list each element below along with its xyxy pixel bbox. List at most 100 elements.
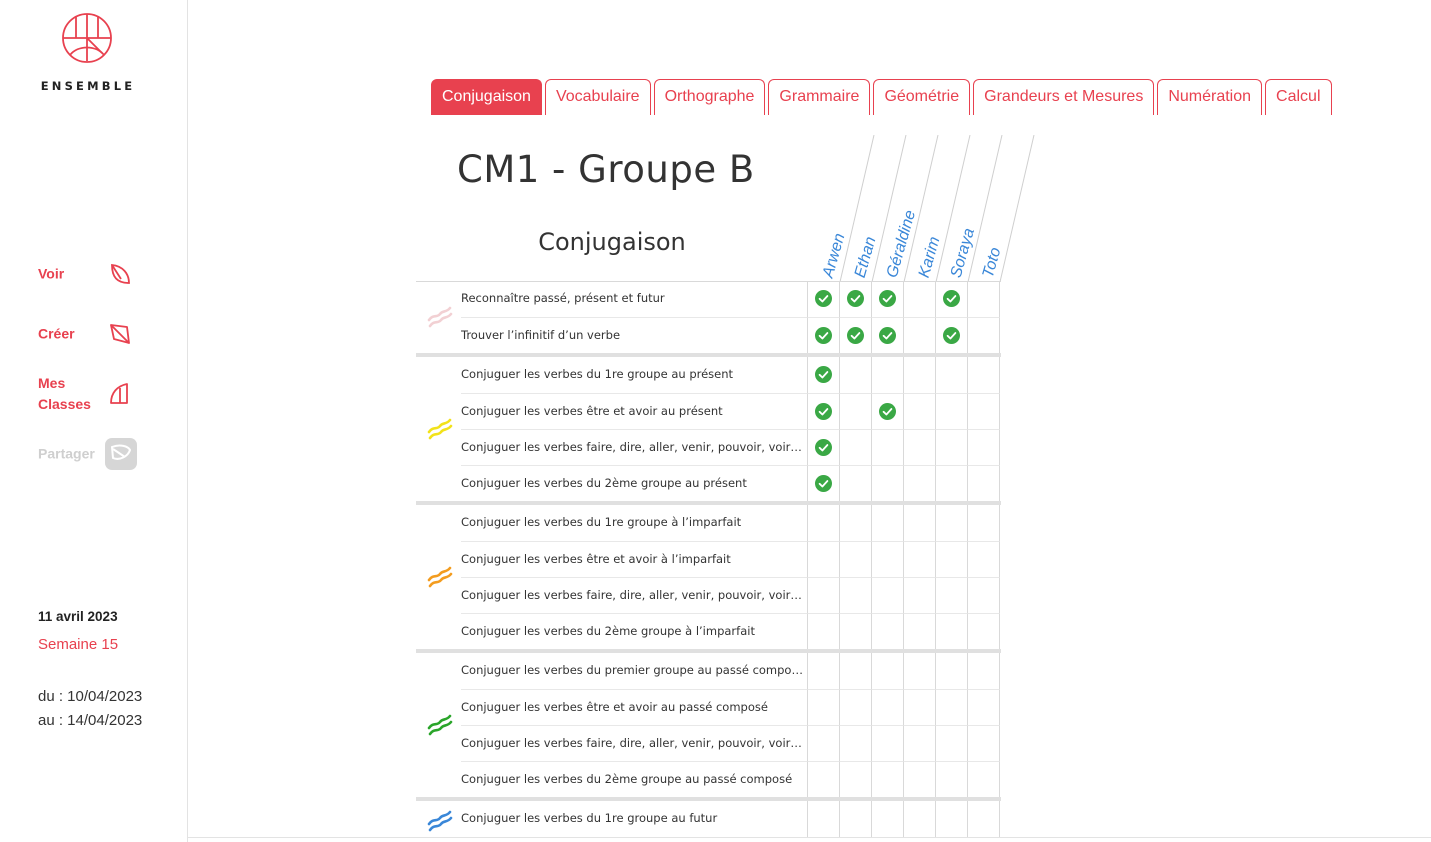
skill-label[interactable]: Conjuguer les verbes faire, dire, aller,… [461, 725, 808, 761]
mastery-cell[interactable] [904, 281, 936, 317]
mastery-cell[interactable] [936, 541, 968, 577]
mastery-cell[interactable] [808, 689, 840, 725]
ensemble-logo-icon[interactable] [60, 11, 114, 65]
mastery-cell[interactable] [872, 317, 904, 353]
skill-label[interactable]: Conjuguer les verbes faire, dire, aller,… [461, 577, 808, 613]
mastery-cell[interactable] [872, 541, 904, 577]
mastery-cell[interactable] [904, 725, 936, 761]
mastery-cell[interactable] [840, 317, 872, 353]
mastery-cell[interactable] [808, 577, 840, 613]
mastery-cell[interactable] [904, 689, 936, 725]
mastery-cell[interactable] [840, 541, 872, 577]
mastery-cell[interactable] [840, 393, 872, 429]
mastery-cell[interactable] [840, 725, 872, 761]
nav-item-classes[interactable]: Mes Classes [38, 374, 148, 414]
skill-label[interactable]: Conjuguer les verbes du 1re groupe à l’i… [461, 505, 808, 541]
mastery-cell[interactable] [808, 317, 840, 353]
mastery-cell[interactable] [936, 689, 968, 725]
skill-label[interactable]: Conjuguer les verbes du 2ème groupe au p… [461, 465, 808, 501]
mastery-cell[interactable] [840, 653, 872, 689]
mastery-cell[interactable] [840, 357, 872, 393]
mastery-cell[interactable] [968, 429, 1000, 465]
mastery-cell[interactable] [936, 357, 968, 393]
mastery-cell[interactable] [936, 465, 968, 501]
skill-label[interactable]: Conjuguer les verbes être et avoir au pa… [461, 689, 808, 725]
mastery-cell[interactable] [904, 541, 936, 577]
mastery-cell[interactable] [968, 653, 1000, 689]
mastery-cell[interactable] [968, 761, 1000, 797]
mastery-cell[interactable] [872, 653, 904, 689]
mastery-cell[interactable] [872, 505, 904, 541]
mastery-cell[interactable] [872, 761, 904, 797]
skill-label[interactable]: Conjuguer les verbes être et avoir à l’i… [461, 541, 808, 577]
mastery-cell[interactable] [808, 393, 840, 429]
tab-orthographe[interactable]: Orthographe [653, 79, 766, 115]
mastery-cell[interactable] [872, 725, 904, 761]
mastery-cell[interactable] [936, 801, 968, 837]
mastery-cell[interactable] [808, 429, 840, 465]
tab-grandeurs-et-mesures[interactable]: Grandeurs et Mesures [973, 79, 1155, 115]
mastery-cell[interactable] [808, 465, 840, 501]
mastery-cell[interactable] [808, 505, 840, 541]
mastery-cell[interactable] [904, 613, 936, 649]
mastery-cell[interactable] [936, 505, 968, 541]
mastery-cell[interactable] [840, 613, 872, 649]
mastery-cell[interactable] [968, 577, 1000, 613]
skill-label[interactable]: Conjuguer les verbes du 1re groupe au fu… [461, 801, 808, 837]
nav-item-voir[interactable]: Voir [38, 254, 148, 294]
mastery-cell[interactable] [968, 281, 1000, 317]
mastery-cell[interactable] [840, 465, 872, 501]
mastery-cell[interactable] [840, 761, 872, 797]
skill-label[interactable]: Conjuguer les verbes faire, dire, aller,… [461, 429, 808, 465]
mastery-cell[interactable] [936, 761, 968, 797]
mastery-cell[interactable] [936, 653, 968, 689]
mastery-cell[interactable] [808, 801, 840, 837]
mastery-cell[interactable] [872, 801, 904, 837]
mastery-cell[interactable] [904, 393, 936, 429]
mastery-cell[interactable] [936, 725, 968, 761]
mastery-cell[interactable] [840, 577, 872, 613]
mastery-cell[interactable] [936, 393, 968, 429]
mastery-cell[interactable] [840, 281, 872, 317]
mastery-cell[interactable] [872, 281, 904, 317]
skill-label[interactable]: Trouver l’infinitif d’un verbe [461, 317, 808, 353]
skill-label[interactable]: Reconnaître passé, présent et futur [461, 281, 808, 317]
mastery-cell[interactable] [968, 393, 1000, 429]
nav-item-creer[interactable]: Créer [38, 314, 148, 354]
mastery-cell[interactable] [968, 725, 1000, 761]
mastery-cell[interactable] [808, 281, 840, 317]
skill-label[interactable]: Conjuguer les verbes du premier groupe a… [461, 653, 808, 689]
mastery-cell[interactable] [840, 689, 872, 725]
mastery-cell[interactable] [968, 689, 1000, 725]
tab-numeration[interactable]: Numération [1157, 79, 1263, 115]
mastery-cell[interactable] [936, 613, 968, 649]
mastery-cell[interactable] [936, 577, 968, 613]
mastery-cell[interactable] [808, 761, 840, 797]
mastery-cell[interactable] [968, 613, 1000, 649]
tab-calcul[interactable]: Calcul [1265, 79, 1332, 115]
mastery-cell[interactable] [840, 429, 872, 465]
mastery-cell[interactable] [968, 357, 1000, 393]
mastery-cell[interactable] [904, 465, 936, 501]
mastery-cell[interactable] [808, 613, 840, 649]
mastery-cell[interactable] [840, 801, 872, 837]
mastery-cell[interactable] [904, 357, 936, 393]
mastery-cell[interactable] [872, 429, 904, 465]
mastery-cell[interactable] [808, 725, 840, 761]
mastery-cell[interactable] [872, 577, 904, 613]
mastery-cell[interactable] [904, 317, 936, 353]
mastery-cell[interactable] [904, 761, 936, 797]
mastery-cell[interactable] [968, 505, 1000, 541]
mastery-cell[interactable] [968, 317, 1000, 353]
mastery-cell[interactable] [904, 577, 936, 613]
mastery-cell[interactable] [872, 613, 904, 649]
mastery-cell[interactable] [872, 393, 904, 429]
mastery-cell[interactable] [968, 801, 1000, 837]
mastery-cell[interactable] [968, 541, 1000, 577]
skill-label[interactable]: Conjuguer les verbes du 1re groupe au pr… [461, 357, 808, 393]
mastery-cell[interactable] [872, 465, 904, 501]
mastery-cell[interactable] [904, 801, 936, 837]
mastery-cell[interactable] [904, 429, 936, 465]
mastery-cell[interactable] [872, 689, 904, 725]
skill-label[interactable]: Conjuguer les verbes être et avoir au pr… [461, 393, 808, 429]
